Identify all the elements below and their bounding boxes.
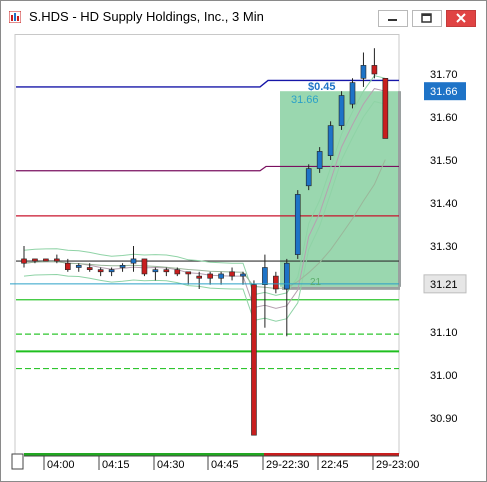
candle	[251, 280, 257, 436]
restore-button[interactable]	[412, 10, 442, 27]
candle-body	[97, 269, 104, 273]
candle	[349, 78, 356, 109]
current-price-label: 31.66	[430, 86, 458, 98]
candle-body	[108, 269, 115, 273]
candle	[327, 121, 334, 160]
candle-body	[305, 168, 312, 187]
x-tick-label: 04:00	[47, 459, 75, 471]
candle-body	[64, 262, 71, 270]
candle-body	[229, 271, 235, 277]
zone-count-label: 21	[310, 277, 322, 288]
candle-body	[196, 275, 202, 279]
y-tick-label: 31.60	[430, 112, 458, 124]
candle-body	[75, 265, 82, 268]
candle-body	[273, 275, 279, 290]
candle-body	[185, 271, 192, 275]
axis-corner-box	[11, 453, 24, 470]
candle-body	[152, 269, 159, 273]
candle-body	[262, 267, 268, 286]
candle-body	[141, 258, 148, 275]
gain-zone-shadow	[398, 91, 401, 287]
candle	[43, 258, 49, 262]
candle	[382, 77, 389, 139]
title-bar[interactable]: S.HDS - HD Supply Holdings, Inc., 3 Min	[1, 1, 486, 31]
chart-area[interactable]: 31.70 31.60 31.50 31.40 31.30 31.10 31.00 30.90…	[10, 34, 480, 472]
close-icon	[456, 13, 466, 23]
x-tick-label: 04:45	[211, 459, 239, 471]
x-tick-label: 04:15	[102, 459, 130, 471]
candle-body	[174, 269, 181, 275]
gain-label: $0.45	[308, 81, 336, 93]
window-title: S.HDS - HD Supply Holdings, Inc., 3 Min	[29, 9, 264, 24]
y-tick-label: 31.50	[430, 155, 458, 167]
candle-body	[371, 65, 378, 75]
gain-zone-shadow-bottom	[282, 286, 400, 290]
price-chart[interactable]: 31.70 31.60 31.50 31.40 31.30 31.10 31.00 30.90…	[10, 34, 480, 472]
candle-body	[130, 258, 137, 264]
candle-body	[21, 258, 27, 264]
candle-body	[360, 65, 367, 79]
candle-body	[218, 273, 224, 279]
candle-body	[163, 269, 170, 273]
candle-body	[119, 265, 126, 268]
candle-body	[382, 77, 389, 139]
candle-body	[251, 284, 257, 436]
candle-body	[54, 258, 60, 262]
candle	[141, 258, 148, 277]
candle-body	[86, 267, 93, 270]
y-tick-label: 30.90	[430, 413, 458, 425]
y-tick-label: 31.40	[430, 198, 458, 210]
minimize-button[interactable]	[378, 10, 408, 27]
candle	[338, 91, 345, 130]
candle-body	[327, 125, 334, 156]
candle-body	[240, 273, 246, 277]
x-tick-label: 04:30	[157, 459, 185, 471]
candle-body	[32, 258, 38, 262]
x-tick-label: 29-22:30	[266, 459, 309, 471]
x-tick-label: 22:45	[321, 459, 349, 471]
y-tick-label: 31.10	[430, 327, 458, 339]
y-tick-label: 31.30	[430, 241, 458, 253]
candle-body	[207, 273, 213, 279]
candle-body	[338, 95, 345, 126]
crosshair-price-label: 31.21	[430, 279, 458, 291]
chart-window: S.HDS - HD Supply Holdings, Inc., 3 Min …	[0, 0, 487, 482]
x-tick-label: 29-23:00	[376, 459, 419, 471]
close-button[interactable]	[446, 10, 476, 27]
zone-price-label: 31.66	[291, 94, 319, 106]
candle-body	[316, 151, 323, 169]
candle	[294, 190, 301, 259]
candle-body	[294, 194, 301, 255]
candle-body	[283, 262, 290, 290]
candle-body	[349, 82, 356, 105]
candle-body	[43, 258, 49, 262]
y-tick-label: 31.70	[430, 69, 458, 81]
minimize-icon	[388, 19, 397, 21]
app-icon	[9, 11, 21, 23]
restore-icon	[421, 13, 432, 23]
y-tick-label: 31.00	[430, 370, 458, 382]
